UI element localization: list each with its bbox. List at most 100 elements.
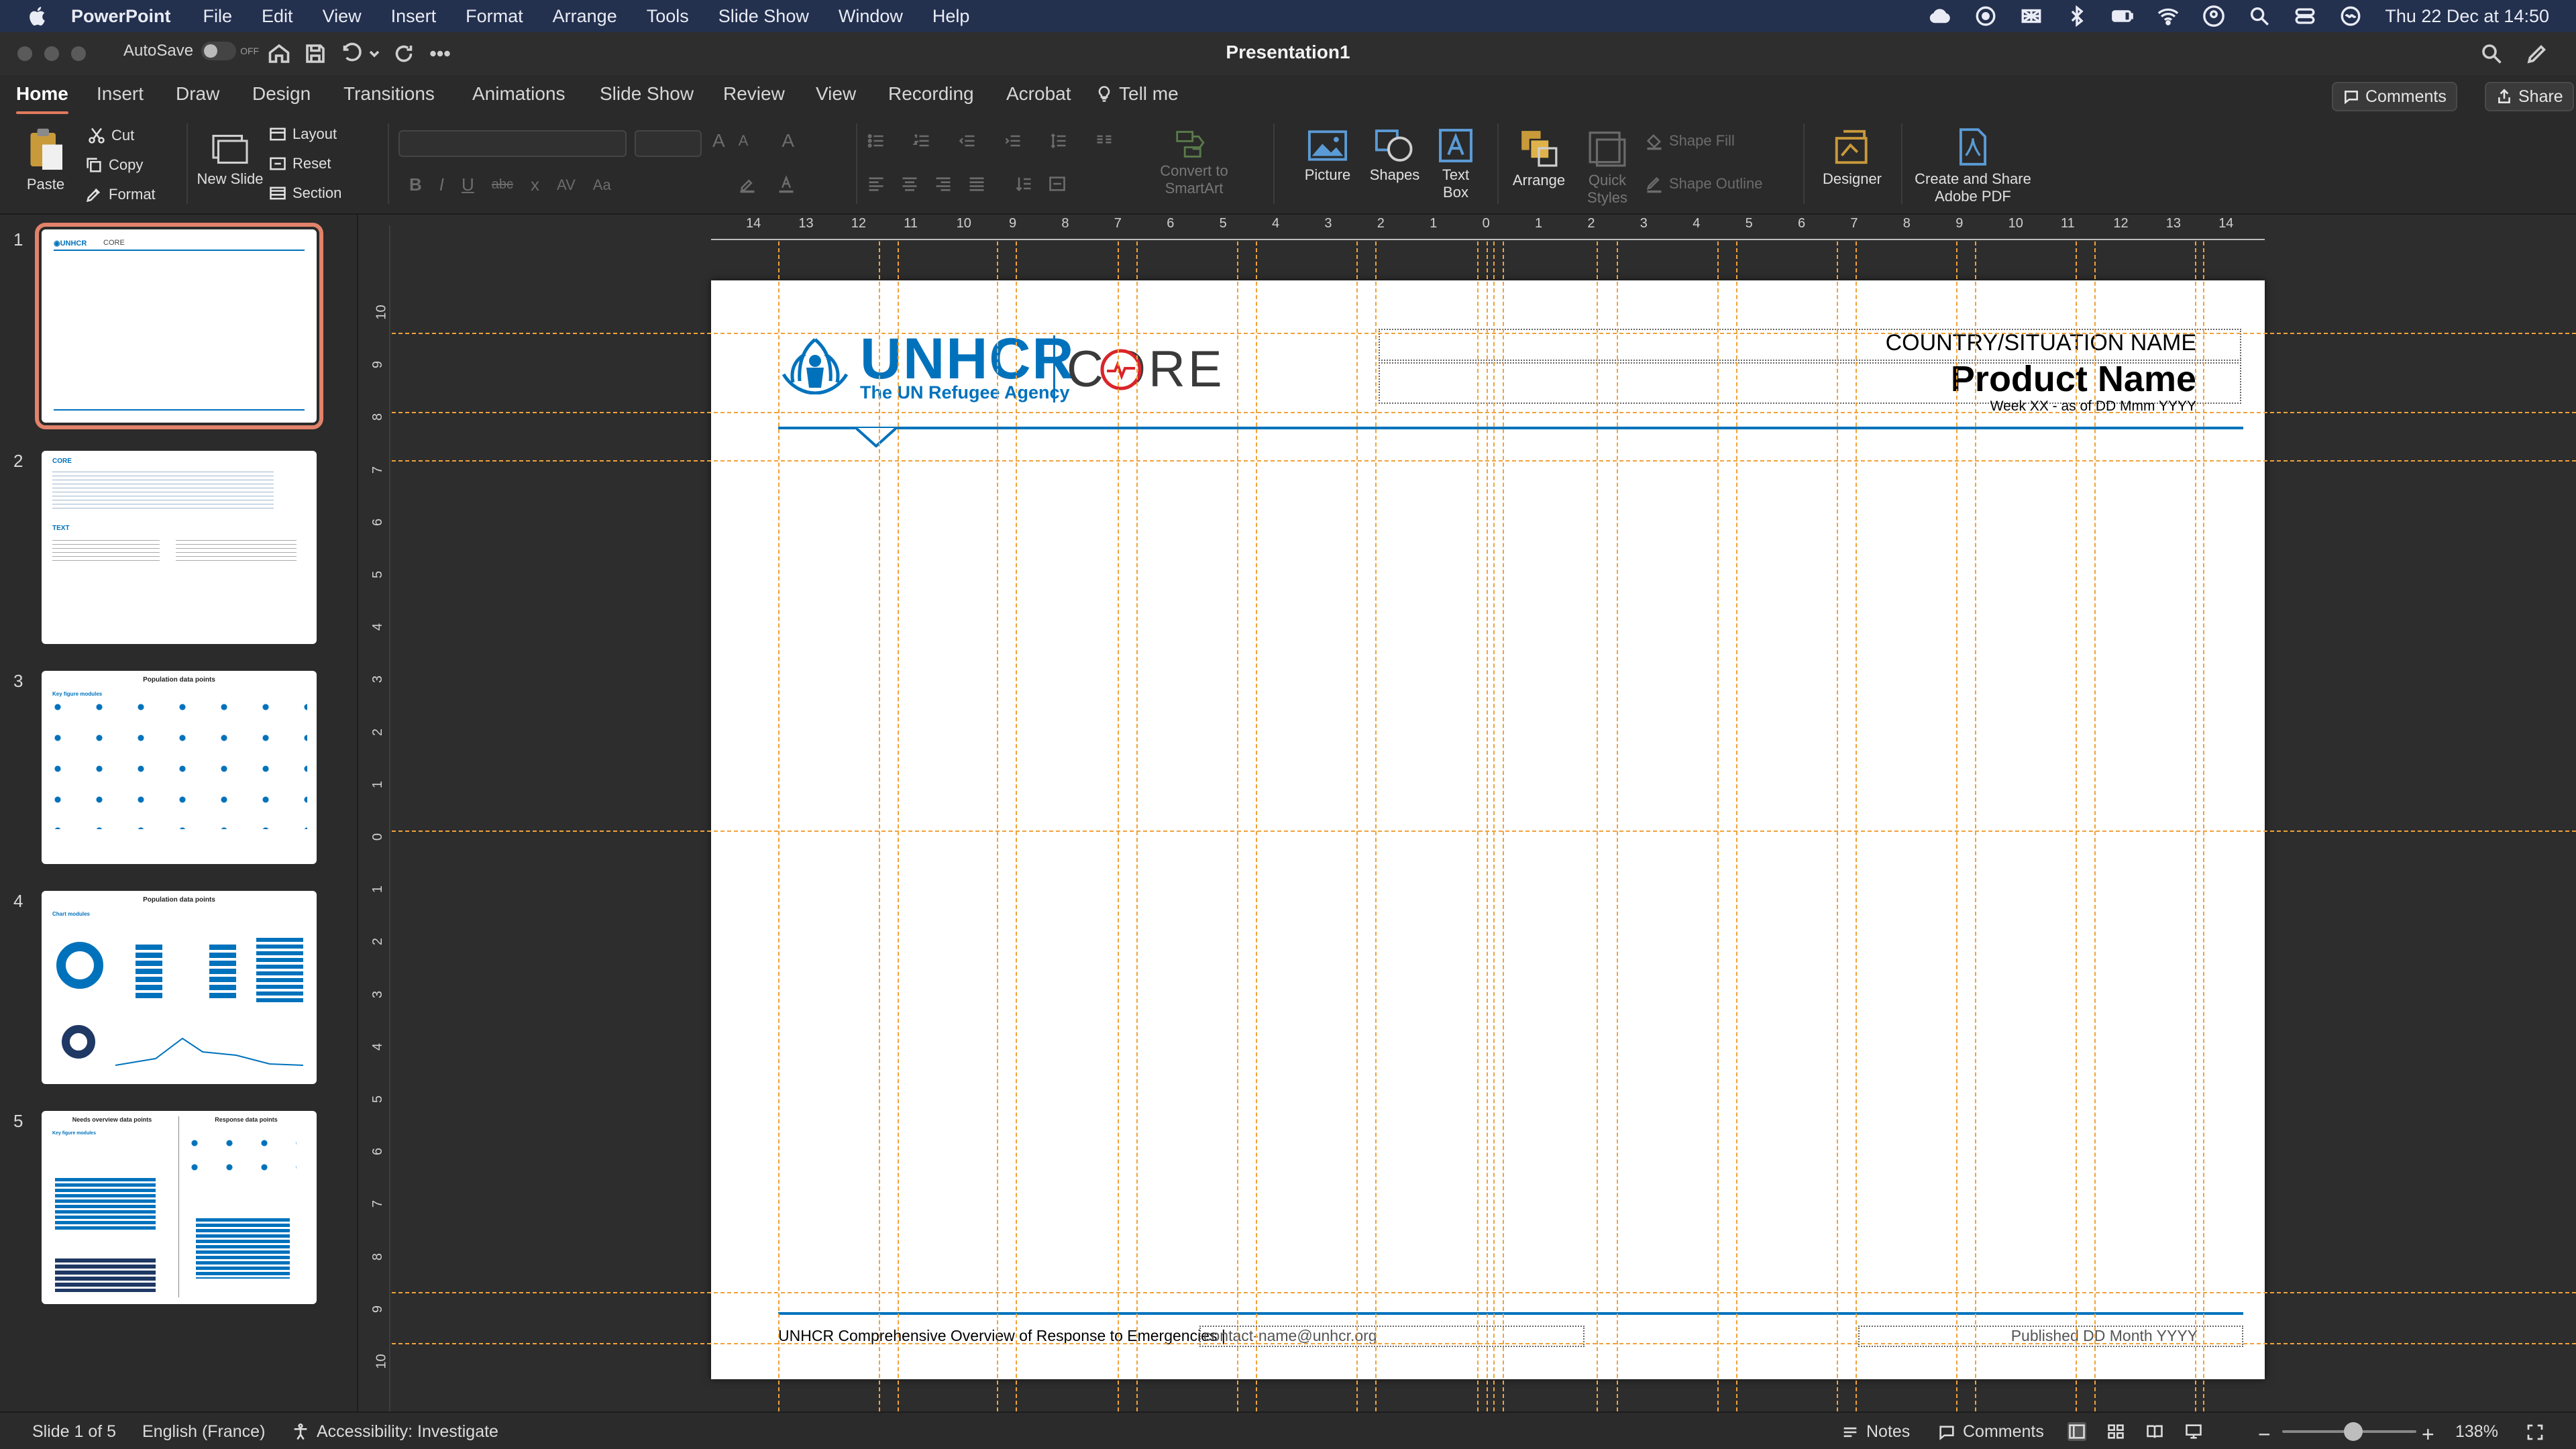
tab-review[interactable]: Review <box>723 83 785 105</box>
vertical-guide[interactable] <box>2203 241 2204 1411</box>
autosave-toggle[interactable] <box>201 42 237 60</box>
align-right-icon[interactable] <box>934 174 953 193</box>
underline-button[interactable]: U <box>462 174 474 195</box>
horizontal-guide[interactable] <box>392 1292 2576 1293</box>
slide-thumbnail-3[interactable]: Population data points Key figure module… <box>42 671 317 864</box>
tab-draw[interactable]: Draw <box>176 83 219 105</box>
bold-button[interactable]: B <box>409 174 422 195</box>
vertical-guide[interactable] <box>1237 241 1238 1411</box>
section-button[interactable]: Section <box>268 184 341 203</box>
vertical-guide[interactable] <box>778 241 780 1411</box>
menu-tools[interactable]: Tools <box>647 6 689 27</box>
control-center-icon[interactable] <box>2294 5 2316 28</box>
picture-button[interactable]: Picture <box>1297 127 1358 184</box>
change-case-button[interactable]: Aa <box>593 176 611 194</box>
zoom-window-button[interactable] <box>71 46 86 61</box>
flag-icon[interactable] <box>2020 5 2043 28</box>
tab-home[interactable]: Home <box>16 83 68 114</box>
decrease-indent-icon[interactable] <box>958 131 977 150</box>
share-button[interactable]: Share <box>2485 82 2574 111</box>
zoom-in-button[interactable]: + <box>2422 1422 2434 1447</box>
clear-format-icon[interactable]: A <box>782 130 794 152</box>
slide-sorter-icon[interactable] <box>2106 1422 2125 1441</box>
tab-acrobat[interactable]: Acrobat <box>1006 83 1071 105</box>
notes-button[interactable]: Notes <box>1841 1422 1910 1442</box>
tab-recording[interactable]: Recording <box>888 83 974 105</box>
vertical-guide[interactable] <box>879 241 880 1411</box>
vertical-guide[interactable] <box>2076 241 2077 1411</box>
subscript-button[interactable]: x <box>531 174 539 195</box>
vertical-guide[interactable] <box>898 241 899 1411</box>
shape-outline-button[interactable]: Shape Outline <box>1645 174 1762 193</box>
menu-window[interactable]: Window <box>839 6 903 27</box>
tab-transitions[interactable]: Transitions <box>343 83 435 105</box>
italic-button[interactable]: I <box>439 174 444 195</box>
close-window-button[interactable] <box>17 46 32 61</box>
horizontal-guide[interactable] <box>392 1343 2576 1344</box>
footer-published[interactable]: Published DD Month YYYY <box>2011 1327 2198 1345</box>
shapes-button[interactable]: Shapes <box>1364 127 1425 184</box>
zoom-slider-thumb[interactable] <box>2344 1422 2363 1441</box>
cut-button[interactable]: Cut <box>87 126 134 145</box>
vertical-guide[interactable] <box>1597 241 1598 1411</box>
strikethrough-button[interactable]: abc <box>492 177 513 193</box>
font-size-select[interactable] <box>635 130 702 157</box>
increase-font-icon[interactable]: A <box>712 130 725 152</box>
vertical-guide[interactable] <box>1487 241 1488 1411</box>
bullets-icon[interactable] <box>867 131 885 150</box>
align-center-icon[interactable] <box>900 174 919 193</box>
font-family-select[interactable] <box>398 130 627 157</box>
slide-thumbnail-2[interactable]: CORE TEXT <box>42 451 317 644</box>
columns-icon[interactable] <box>1095 131 1114 150</box>
vertical-guide[interactable] <box>1136 241 1138 1411</box>
horizontal-guide[interactable] <box>392 830 2576 832</box>
search-icon[interactable] <box>2479 42 2504 66</box>
vertical-guide[interactable] <box>1118 241 1119 1411</box>
bluetooth-icon[interactable] <box>2065 5 2088 28</box>
menu-format[interactable]: Format <box>466 6 523 27</box>
fit-to-window-icon[interactable] <box>2525 1422 2545 1442</box>
increase-indent-icon[interactable] <box>1004 131 1022 150</box>
convert-to-smartart-button[interactable]: Convert to SmartArt <box>1140 129 1248 197</box>
tab-animations[interactable]: Animations <box>472 83 566 105</box>
vertical-guide[interactable] <box>1016 241 1017 1411</box>
text-box-button[interactable]: Text Box <box>1429 127 1483 201</box>
menu-file[interactable]: File <box>203 6 233 27</box>
vertical-guide[interactable] <box>1356 241 1358 1411</box>
share-feedback-icon[interactable] <box>2525 42 2549 66</box>
zoom-out-button[interactable]: − <box>2258 1422 2271 1447</box>
copy-button[interactable]: Copy <box>85 156 143 174</box>
justify-icon[interactable] <box>967 174 986 193</box>
zoom-level[interactable]: 138% <box>2455 1422 2498 1442</box>
tab-view[interactable]: View <box>816 83 856 105</box>
tab-insert[interactable]: Insert <box>97 83 144 105</box>
font-color-icon[interactable] <box>777 174 796 193</box>
siri-icon[interactable] <box>2339 5 2362 28</box>
slide-thumbnail-1[interactable]: ◉UNHCR CORE <box>35 223 323 429</box>
product-name[interactable]: Product Name <box>1951 358 2196 400</box>
vertical-guide[interactable] <box>1717 241 1719 1411</box>
vertical-guide[interactable] <box>1493 241 1495 1411</box>
minimize-window-button[interactable] <box>44 46 59 61</box>
slide-show-icon[interactable] <box>2184 1422 2203 1441</box>
vertical-guide[interactable] <box>1477 241 1479 1411</box>
character-spacing-button[interactable]: AV <box>557 176 576 194</box>
reset-button[interactable]: Reset <box>268 154 331 173</box>
menu-arrange[interactable]: Arrange <box>553 6 617 27</box>
footer-contact[interactable]: contact-name@unhcr.org <box>1203 1327 1377 1345</box>
slide-thumbnails-panel[interactable]: 1 ◉UNHCR CORE 2 CORE TEXT 3 Population d… <box>0 215 358 1411</box>
align-text-icon[interactable] <box>1048 174 1067 193</box>
user-icon[interactable] <box>2202 5 2225 28</box>
redo-icon[interactable] <box>392 42 416 66</box>
tab-slide-show[interactable]: Slide Show <box>600 83 694 105</box>
vertical-guide[interactable] <box>2094 241 2096 1411</box>
menu-clock[interactable]: Thu 22 Dec at 14:50 <box>2385 6 2549 27</box>
slide-thumbnail-4[interactable]: Population data points Chart modules <box>42 891 317 1084</box>
battery-icon[interactable] <box>2111 5 2134 28</box>
menu-help[interactable]: Help <box>932 6 970 27</box>
cloud-icon[interactable] <box>1929 5 1951 28</box>
paste-button[interactable]: Paste <box>12 126 79 193</box>
horizontal-guide[interactable] <box>392 412 2576 413</box>
vertical-guide[interactable] <box>1375 241 1377 1411</box>
vertical-guide[interactable] <box>1837 241 1838 1411</box>
